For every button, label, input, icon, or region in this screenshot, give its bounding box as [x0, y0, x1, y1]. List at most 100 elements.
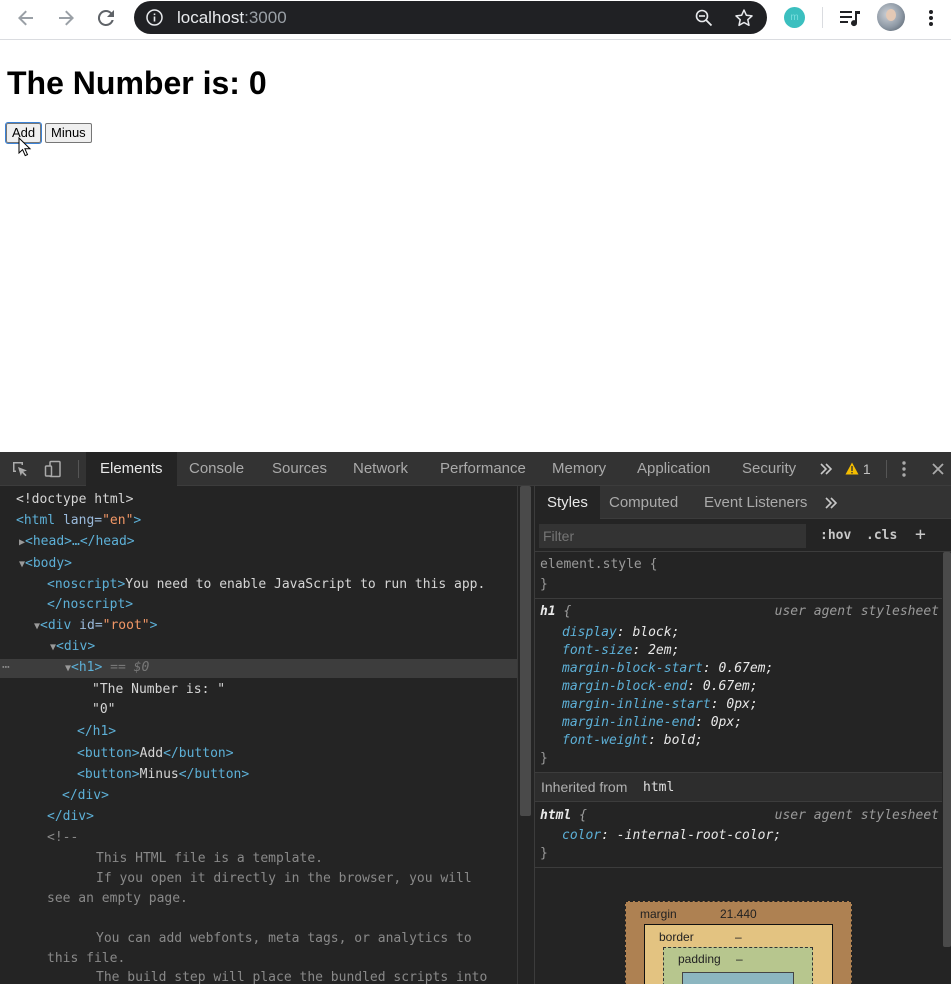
box-model-padding[interactable]: padding – — [663, 947, 813, 984]
inspect-element-icon[interactable] — [11, 460, 29, 478]
tab-event-listeners[interactable]: Event Listeners — [704, 486, 807, 519]
margin-label: margin — [640, 907, 677, 921]
text-node[interactable]: "The Number is: " — [92, 680, 225, 700]
scrollbar-thumb[interactable] — [943, 552, 951, 947]
styles-scrollbar[interactable] — [942, 552, 951, 984]
more-tabs-icon[interactable] — [817, 460, 835, 478]
scrollbar-thumb[interactable] — [520, 486, 531, 816]
device-toolbar-icon[interactable] — [44, 460, 62, 478]
html-rule-selector[interactable]: html { — [540, 807, 587, 825]
css-property[interactable]: margin-block-end: 0.67em; — [562, 678, 758, 696]
minus-button-node[interactable]: <button>Minus</button> — [77, 765, 249, 785]
tab-application[interactable]: Application — [637, 452, 710, 486]
inherited-header: Inherited from html — [535, 772, 942, 802]
tab-memory[interactable]: Memory — [552, 452, 606, 486]
tab-elements[interactable]: Elements — [86, 452, 177, 486]
more-tabs-icon[interactable] — [822, 494, 840, 512]
div-node[interactable]: ▼<div> — [50, 637, 95, 657]
minus-button[interactable]: Minus — [45, 123, 92, 143]
css-property[interactable]: color: -internal-root-color; — [562, 827, 781, 845]
css-property[interactable]: font-weight: bold; — [562, 732, 703, 750]
html-node[interactable]: <html lang="en"> — [16, 511, 141, 531]
tab-sources[interactable]: Sources — [272, 452, 327, 486]
url-port: :3000 — [244, 8, 287, 27]
border-label: border — [659, 930, 694, 944]
rule-source: user agent stylesheet — [774, 604, 939, 619]
border-value[interactable]: – — [735, 930, 742, 944]
padding-value[interactable]: – — [736, 952, 743, 966]
elements-tree: <!doctype html> <html lang="en"> ▶<head>… — [0, 486, 517, 984]
tab-styles[interactable]: Styles — [535, 486, 600, 519]
warning-count: 1 — [862, 461, 871, 477]
inherited-from-link[interactable]: html — [643, 780, 674, 795]
root-div-close[interactable]: </div> — [47, 807, 94, 827]
box-model-content[interactable] — [682, 972, 794, 984]
root-div-node[interactable]: ▼<div id="root"> — [34, 616, 157, 636]
tab-network[interactable]: Network — [353, 452, 408, 486]
reload-icon[interactable] — [90, 4, 122, 32]
node-actions-icon[interactable]: ⋯ — [2, 658, 10, 678]
div-close[interactable]: </div> — [62, 786, 109, 806]
warning-icon — [845, 462, 859, 475]
cls-toggle[interactable]: .cls — [866, 528, 897, 543]
comment-line: This HTML file is a template. — [96, 851, 323, 866]
close-icon[interactable] — [929, 460, 947, 478]
tab-computed[interactable]: Computed — [609, 486, 678, 519]
head-node[interactable]: ▶<head>…</head> — [19, 532, 135, 552]
styles-tabbar: Styles Computed Event Listeners — [535, 486, 951, 519]
noscript-node[interactable]: <noscript>You need to enable JavaScript … — [47, 575, 485, 595]
devtools-menu-icon[interactable] — [895, 460, 913, 478]
page-viewport: The Number is: 0 Add Minus — [0, 41, 951, 452]
css-property[interactable]: font-size: 2em; — [562, 642, 679, 660]
url-host: localhost — [177, 8, 245, 27]
margin-value[interactable]: 21.440 — [720, 907, 757, 921]
tab-performance[interactable]: Performance — [440, 452, 526, 486]
noscript-close[interactable]: </noscript> — [47, 595, 133, 615]
kebab-menu-icon[interactable] — [915, 4, 947, 32]
element-style-selector[interactable]: element.style { — [540, 556, 657, 574]
rule-close: } — [540, 577, 548, 592]
elements-scrollbar[interactable] — [517, 486, 533, 984]
rule-source: user agent stylesheet — [774, 808, 939, 823]
url-text[interactable]: localhost:3000 — [177, 8, 287, 28]
box-model-border[interactable]: border – padding – — [644, 924, 833, 984]
comment-node[interactable]: <!-- — [47, 828, 78, 848]
media-queue-icon[interactable] — [834, 4, 866, 32]
comment-line: You can add webfonts, meta tags, or anal… — [96, 931, 472, 946]
back-arrow-icon[interactable] — [10, 4, 42, 32]
add-button-node[interactable]: <button>Add</button> — [77, 744, 234, 764]
zoom-out-icon[interactable] — [694, 8, 714, 28]
h1-node[interactable]: ▼<h1> == $0 — [65, 658, 149, 678]
css-property[interactable]: margin-block-start: 0.67em; — [562, 660, 773, 678]
address-bar[interactable]: localhost:3000 — [134, 1, 767, 34]
hov-toggle[interactable]: :hov — [820, 528, 851, 543]
warning-counter[interactable]: 1 — [845, 461, 871, 477]
text-node[interactable]: "0" — [92, 700, 115, 720]
box-model-margin[interactable]: margin 21.440 border – padding – — [625, 901, 852, 984]
forward-arrow-icon[interactable] — [50, 4, 82, 32]
mouse-cursor-icon — [18, 137, 32, 157]
comment-line: this file. — [47, 951, 126, 966]
tab-separator — [78, 460, 79, 478]
h1-close[interactable]: </h1> — [77, 722, 116, 742]
styles-filter-input[interactable] — [539, 524, 806, 548]
h1-rule-selector[interactable]: h1 { — [540, 603, 571, 621]
doctype-node[interactable]: <!doctype html> — [16, 490, 133, 510]
css-property[interactable]: margin-inline-end: 0px; — [562, 714, 742, 732]
body-node[interactable]: ▼<body> — [19, 554, 72, 574]
rule-close: } — [540, 846, 548, 861]
comment-line: see an empty page. — [47, 891, 188, 906]
css-property[interactable]: margin-inline-start: 0px; — [562, 696, 758, 714]
styles-filter-row: :hov .cls + — [535, 520, 951, 552]
page-title: The Number is: 0 — [7, 65, 267, 101]
css-property[interactable]: display: block; — [562, 624, 679, 642]
tab-security[interactable]: Security — [742, 452, 796, 486]
devtools-tabbar: Elements Console Sources Network Perform… — [0, 452, 951, 486]
star-icon[interactable] — [734, 8, 754, 28]
info-icon[interactable] — [146, 9, 163, 26]
avatar[interactable] — [877, 3, 905, 31]
add-rule-button[interactable]: + — [915, 524, 926, 545]
tab-console[interactable]: Console — [189, 452, 244, 486]
rule-separator — [535, 598, 942, 599]
extension-icon[interactable]: m — [784, 7, 805, 28]
